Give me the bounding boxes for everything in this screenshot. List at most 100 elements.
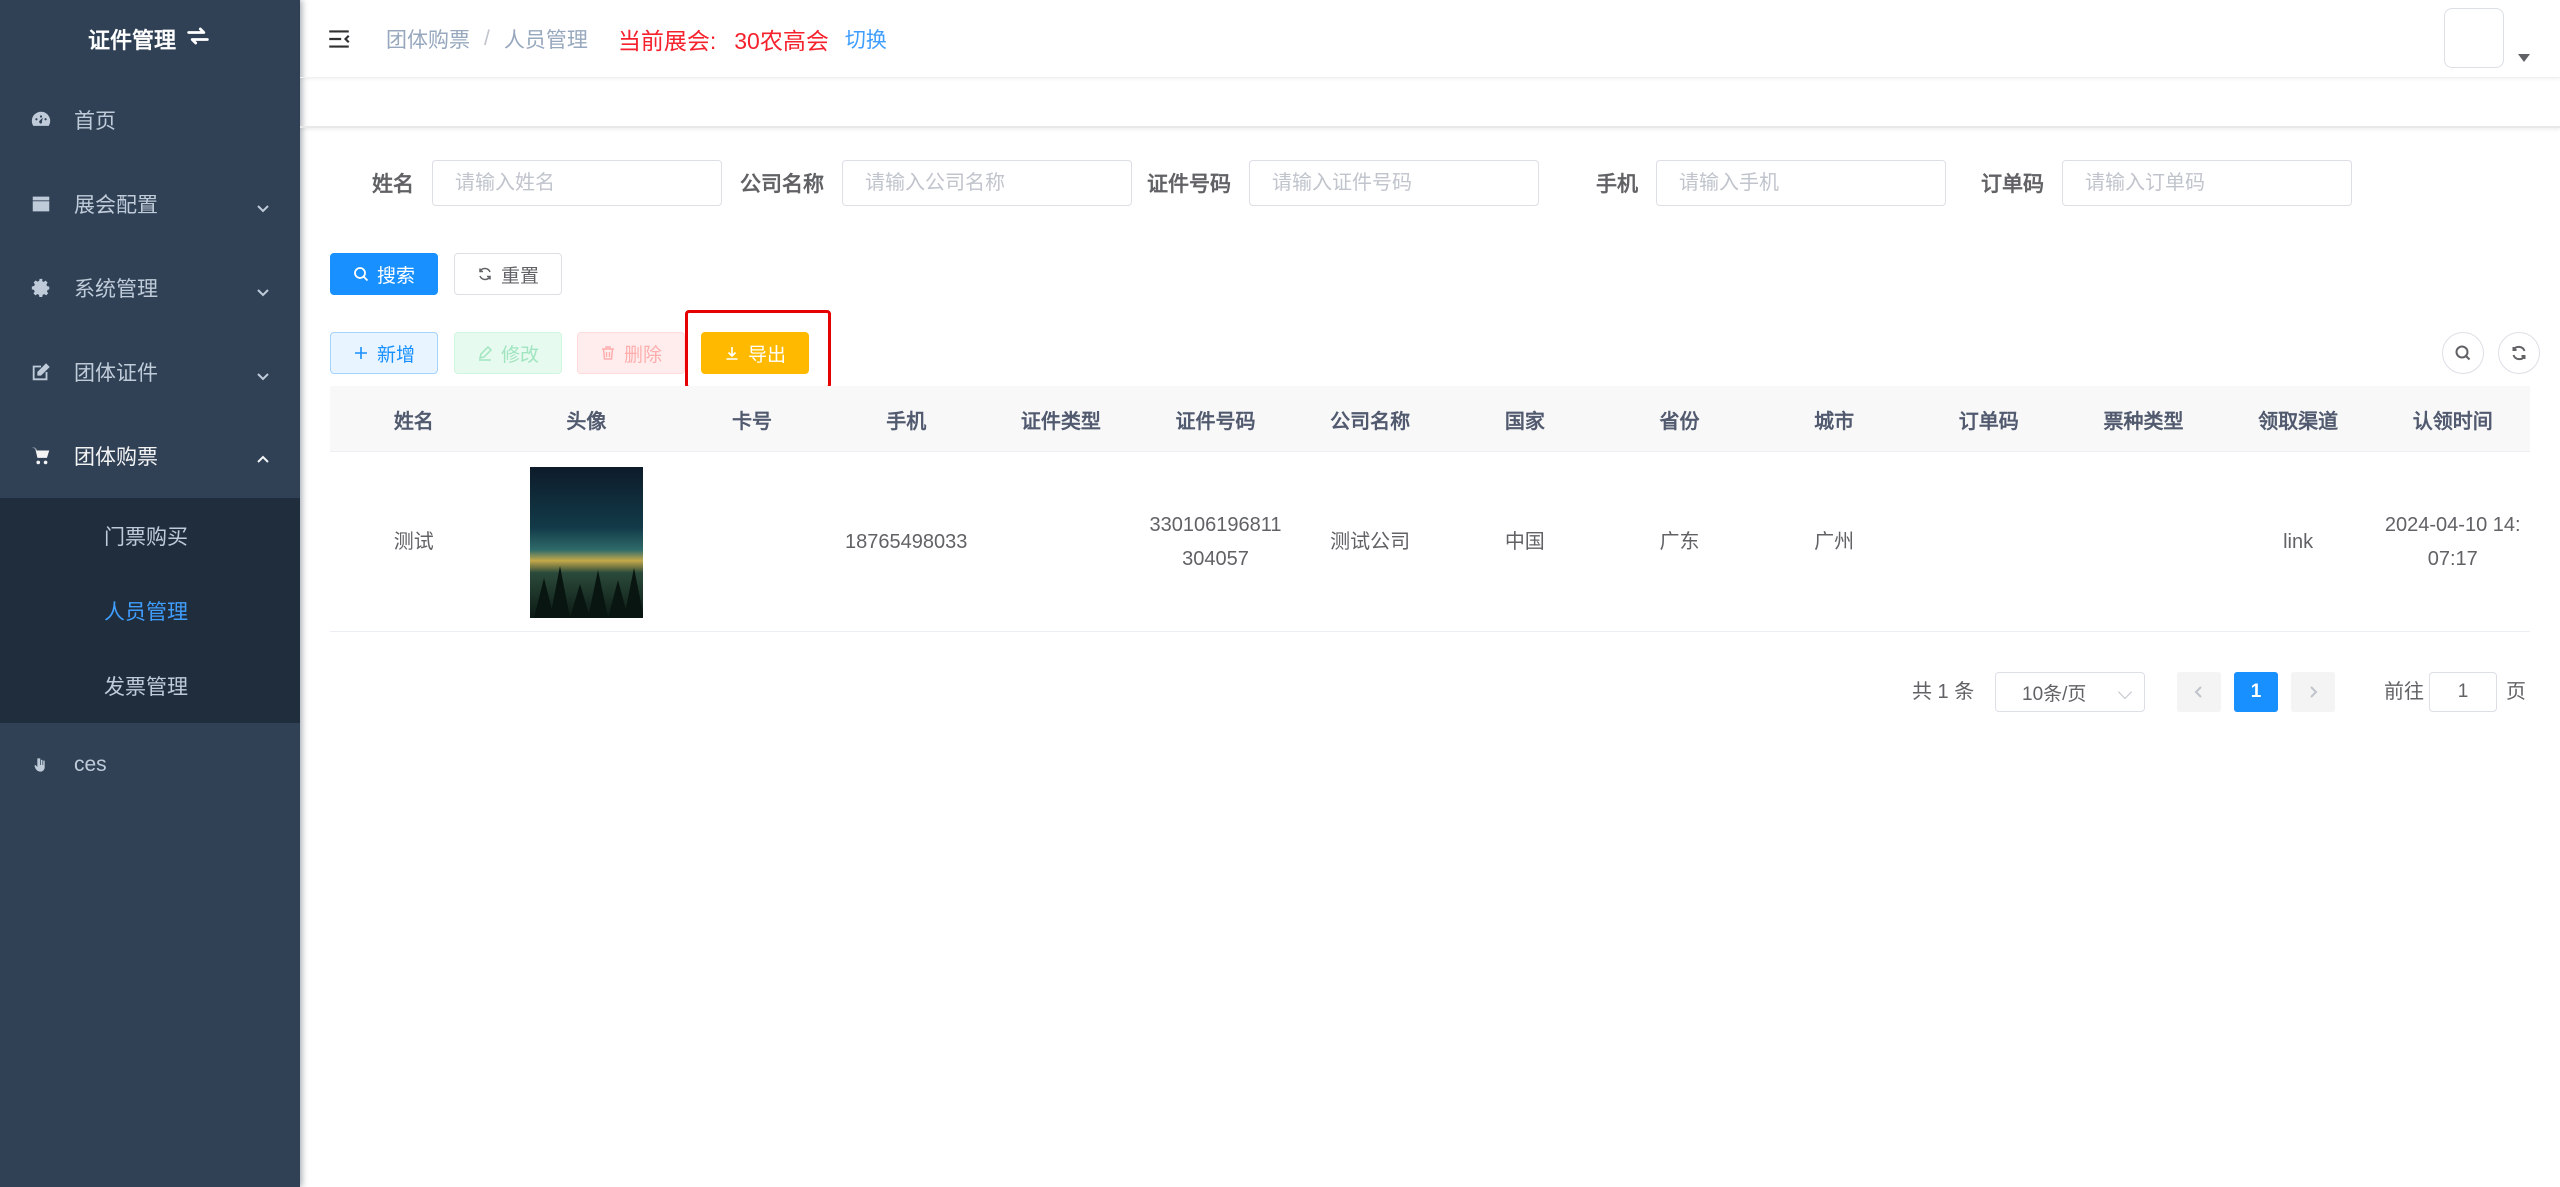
column-header: 证件类型	[1020, 410, 1101, 433]
chevron-up-icon	[256, 449, 270, 463]
logo-text: 证件管理	[87, 28, 176, 53]
current-exhibition: 当前展会: 30农高会	[618, 22, 829, 56]
page-size-value: 10条/页	[2022, 683, 2087, 705]
cell-card-no	[675, 452, 829, 632]
switch-exhibition-link[interactable]: 切换	[845, 24, 887, 54]
cell-name: 测试	[393, 531, 434, 553]
navbar: 团体购票 / 人员管理 当前展会: 30农高会 切换	[300, 0, 2560, 78]
form-item-company: 公司名称	[738, 160, 1132, 206]
sidebar-item-ticket-purchase[interactable]: 门票购买	[0, 498, 300, 573]
edit-button[interactable]: 修改	[454, 332, 562, 374]
cell-city: 广州	[1814, 531, 1855, 553]
user-dropdown[interactable]	[2444, 8, 2530, 68]
column-header: 订单码	[1958, 410, 2019, 433]
form-label: 证件号码	[1147, 173, 1231, 196]
breadcrumb: 团体购票 / 人员管理	[386, 24, 588, 54]
personnel-table: 姓名 头像 卡号 手机 证件类型 证件号码 公司名称 国家 省份 城市 订单码 …	[330, 386, 2530, 632]
breadcrumb-separator: /	[484, 26, 490, 50]
cell-company: 测试公司	[1330, 531, 1411, 553]
download-icon	[726, 347, 738, 360]
search-button[interactable]: 搜索	[330, 253, 438, 295]
refresh-icon	[479, 267, 491, 281]
caret-down-icon	[2518, 54, 2530, 62]
breadcrumb-item[interactable]: 团体购票	[386, 24, 470, 54]
column-header: 头像	[566, 410, 607, 433]
avatar[interactable]	[2444, 8, 2504, 68]
form-label: 订单码	[1981, 173, 2044, 196]
clapperboard-icon	[30, 193, 52, 215]
column-header: 票种类型	[2103, 410, 2184, 433]
pagination-total: 共 1 条	[1912, 681, 1975, 703]
sidebar-item-group-certificate[interactable]: 团体证件	[0, 330, 300, 414]
sidebar-logo[interactable]: 证件管理	[0, 0, 300, 78]
cell-id-type	[984, 452, 1139, 632]
form-item-id-number: 证件号码	[1145, 160, 1539, 206]
edit-icon	[478, 345, 493, 361]
column-header: 国家	[1504, 410, 1545, 433]
search-icon	[2455, 345, 2471, 361]
sidebar-item-label: 展会配置	[74, 194, 158, 217]
add-button[interactable]: 新增	[330, 332, 438, 374]
sidebar-item-system[interactable]: 系统管理	[0, 246, 300, 330]
export-button[interactable]: 导出	[701, 332, 809, 374]
refresh-table-button[interactable]	[2498, 332, 2540, 374]
sidebar-item-home[interactable]: 首页	[0, 78, 300, 162]
goto-page-input[interactable]	[2429, 672, 2497, 712]
chevron-left-icon	[2194, 686, 2202, 698]
column-header: 省份	[1659, 410, 1700, 433]
column-header: 卡号	[732, 410, 773, 433]
dashboard-icon	[30, 109, 52, 131]
form-label: 姓名	[372, 173, 414, 196]
gear-icon	[30, 277, 52, 299]
search-button-label: 搜索	[376, 265, 415, 287]
goto-label: 前往	[2384, 681, 2424, 703]
page-number-current[interactable]: 1	[2234, 672, 2278, 712]
toggle-search-button[interactable]	[2442, 332, 2484, 374]
sidebar-item-exhibition-config[interactable]: 展会配置	[0, 162, 300, 246]
sidebar-item-label: 系统管理	[74, 278, 158, 301]
sidebar-item-ces[interactable]: ces	[0, 723, 300, 807]
delete-button-label: 删除	[623, 344, 662, 366]
prev-page-button[interactable]	[2177, 672, 2221, 712]
exhibition-value: 30农高会	[734, 27, 829, 54]
sidebar-item-personnel[interactable]: 人员管理	[0, 573, 300, 648]
column-header: 手机	[886, 410, 927, 433]
swap-icon	[184, 22, 212, 56]
cell-channel: link	[2283, 531, 2314, 553]
id-number-input[interactable]	[1249, 160, 1539, 206]
sidebar-item-group-ticket[interactable]: 团体购票	[0, 414, 300, 498]
plus-icon	[354, 347, 367, 359]
tags-view	[300, 78, 2560, 128]
chevron-right-icon	[2310, 686, 2318, 698]
form-item-phone: 手机	[1594, 160, 1946, 206]
table-header: 姓名 头像 卡号 手机 证件类型 证件号码 公司名称 国家 省份 城市 订单码 …	[330, 386, 2530, 452]
column-header: 认领时间	[2412, 410, 2493, 433]
cell-id-no: 330106196811304057	[1149, 514, 1282, 570]
avatar-image[interactable]	[529, 466, 643, 618]
column-header: 公司名称	[1330, 410, 1411, 433]
form-item-name: 姓名	[370, 160, 722, 206]
column-header: 领取渠道	[2258, 410, 2339, 433]
sidebar-item-invoice[interactable]: 发票管理	[0, 648, 300, 723]
reset-button[interactable]: 重置	[454, 253, 562, 295]
next-page-button[interactable]	[2291, 672, 2335, 712]
edit-icon	[30, 361, 52, 383]
name-input[interactable]	[432, 160, 722, 206]
form-item-order-code: 订单码	[1980, 160, 2352, 206]
cell-phone: 18765498033	[845, 531, 968, 553]
submenu-group-ticket: 门票购买 人员管理 发票管理	[0, 498, 300, 723]
sidebar: 证件管理 首页 展会配置 系统管理 团体证件 团体购票 门票购买 人员管理 发票…	[0, 0, 300, 1187]
sidebar-item-label: ces	[74, 753, 107, 776]
delete-button[interactable]: 删除	[577, 332, 685, 374]
table-row[interactable]: 测试 18765498033 330106196811304057 测试公司 中…	[330, 452, 2530, 632]
trash-icon	[601, 346, 614, 360]
goto-suffix: 页	[2506, 681, 2526, 703]
phone-input[interactable]	[1656, 160, 1946, 206]
page-size-select[interactable]: 10条/页	[1995, 672, 2145, 712]
hamburger-icon[interactable]	[326, 26, 352, 52]
search-icon	[354, 267, 369, 282]
order-code-input[interactable]	[2062, 160, 2352, 206]
company-input[interactable]	[842, 160, 1132, 206]
breadcrumb-item-current: 人员管理	[503, 28, 588, 52]
cell-country: 中国	[1504, 531, 1545, 553]
